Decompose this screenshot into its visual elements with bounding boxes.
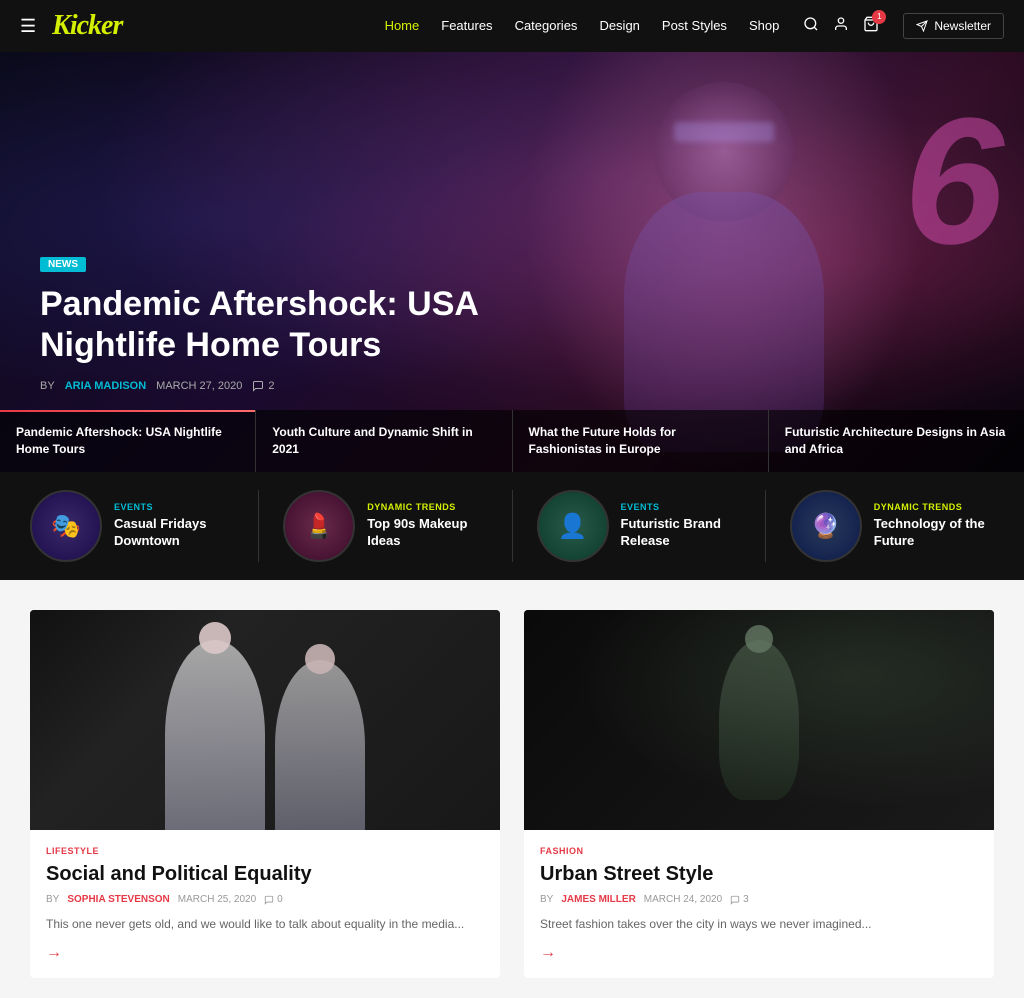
article-meta-2: BY JAMES MILLER MARCH 24, 2020 3 <box>540 894 978 905</box>
trending-thumb-4: 🔮 <box>790 490 862 562</box>
user-icon[interactable] <box>833 16 849 37</box>
slider-bar: Pandemic Aftershock: USA Nightlife Home … <box>0 410 1024 472</box>
trending-title-4: Technology of the Future <box>874 516 994 550</box>
neon-number: 6 <box>904 92 1004 272</box>
nav-icons: 1 Newsletter <box>803 13 1004 39</box>
nav-features[interactable]: Features <box>441 18 492 33</box>
newsletter-label: Newsletter <box>934 19 991 33</box>
divider-2 <box>512 490 513 562</box>
cart-icon[interactable]: 1 <box>863 16 879 37</box>
newsletter-button[interactable]: Newsletter <box>903 13 1004 39</box>
divider-1 <box>258 490 259 562</box>
trending-title-1: Casual Fridays Downtown <box>114 516 234 550</box>
trending-info-1: EVENTS Casual Fridays Downtown <box>114 502 234 550</box>
search-icon[interactable] <box>803 16 819 37</box>
hero-meta: BY ARIA MADISON MARCH 27, 2020 2 <box>40 380 520 392</box>
article-category-2: FASHION <box>540 846 978 856</box>
navbar: ☰ Kicker Home Features Categories Design… <box>0 0 1024 52</box>
article-card-1: LIFESTYLE Social and Political Equality … <box>30 610 500 978</box>
nav-shop[interactable]: Shop <box>749 18 779 33</box>
article-excerpt-1: This one never gets old, and we would li… <box>46 915 484 934</box>
hero-title[interactable]: Pandemic Aftershock: USA Nightlife Home … <box>40 284 520 366</box>
hamburger-menu[interactable]: ☰ <box>20 16 36 37</box>
article-card-2: FASHION Urban Street Style BY JAMES MILL… <box>524 610 994 978</box>
slide-2-title: Youth Culture and Dynamic Shift in 2021 <box>272 424 495 458</box>
read-more-2[interactable]: → <box>540 944 556 962</box>
slide-3-title: What the Future Holds for Fashionistas i… <box>529 424 752 458</box>
trending-item-2[interactable]: 💄 DYNAMIC TRENDS Top 90s Makeup Ideas <box>283 490 487 562</box>
hero-content: NEWS Pandemic Aftershock: USA Nightlife … <box>40 254 520 392</box>
trending-cat-3: EVENTS <box>621 502 741 512</box>
trending-cat-4: DYNAMIC TRENDS <box>874 502 994 512</box>
nav-categories[interactable]: Categories <box>515 18 578 33</box>
trending-info-2: DYNAMIC TRENDS Top 90s Makeup Ideas <box>367 502 487 550</box>
trending-bar: 🎭 EVENTS Casual Fridays Downtown 💄 DYNAM… <box>0 472 1024 580</box>
trending-title-2: Top 90s Makeup Ideas <box>367 516 487 550</box>
article-excerpt-2: Street fashion takes over the city in wa… <box>540 915 978 934</box>
article-comments-2: 3 <box>730 894 749 905</box>
article-body-1: LIFESTYLE Social and Political Equality … <box>30 830 500 978</box>
article-meta-1: BY SOPHIA STEVENSON MARCH 25, 2020 0 <box>46 894 484 905</box>
slide-3[interactable]: What the Future Holds for Fashionistas i… <box>513 410 769 472</box>
article-comments-1: 0 <box>264 894 283 905</box>
slide-2[interactable]: Youth Culture and Dynamic Shift in 2021 <box>256 410 512 472</box>
hero-by: BY <box>40 380 55 392</box>
nav-links: Home Features Categories Design Post Sty… <box>385 17 780 35</box>
article-title-2[interactable]: Urban Street Style <box>540 862 978 886</box>
nav-design[interactable]: Design <box>599 18 639 33</box>
site-logo[interactable]: Kicker <box>52 10 122 42</box>
trending-item-1[interactable]: 🎭 EVENTS Casual Fridays Downtown <box>30 490 234 562</box>
article-category-1: LIFESTYLE <box>46 846 484 856</box>
article-body-2: FASHION Urban Street Style BY JAMES MILL… <box>524 830 994 978</box>
article-author-1: SOPHIA STEVENSON <box>67 894 169 905</box>
read-more-1[interactable]: → <box>46 944 62 962</box>
cart-badge: 1 <box>872 10 886 24</box>
hero-author[interactable]: ARIA MADISON <box>65 380 146 392</box>
hero-person <box>524 52 924 472</box>
trending-cat-2: DYNAMIC TRENDS <box>367 502 487 512</box>
trending-thumb-2: 💄 <box>283 490 355 562</box>
trending-info-4: DYNAMIC TRENDS Technology of the Future <box>874 502 994 550</box>
divider-3 <box>765 490 766 562</box>
article-title-1[interactable]: Social and Political Equality <box>46 862 484 886</box>
article-date-1: MARCH 25, 2020 <box>178 894 256 905</box>
hero-section: 6 NEWS Pandemic Aftershock: USA Nightlif… <box>0 52 1024 472</box>
comment-count: 2 <box>268 380 274 392</box>
trending-item-3[interactable]: 👤 EVENTS Futuristic Brand Release <box>537 490 741 562</box>
slide-1-title: Pandemic Aftershock: USA Nightlife Home … <box>16 424 239 458</box>
trending-thumb-3: 👤 <box>537 490 609 562</box>
article-date-2: MARCH 24, 2020 <box>644 894 722 905</box>
slide-1[interactable]: Pandemic Aftershock: USA Nightlife Home … <box>0 410 256 472</box>
trending-info-3: EVENTS Futuristic Brand Release <box>621 502 741 550</box>
slide-4-title: Futuristic Architecture Designs in Asia … <box>785 424 1008 458</box>
main-content: LIFESTYLE Social and Political Equality … <box>0 580 1024 998</box>
trending-title-3: Futuristic Brand Release <box>621 516 741 550</box>
hero-badge: NEWS <box>40 257 86 272</box>
article-author-2: JAMES MILLER <box>561 894 635 905</box>
trending-item-4[interactable]: 🔮 DYNAMIC TRENDS Technology of the Futur… <box>790 490 994 562</box>
nav-post-styles[interactable]: Post Styles <box>662 18 727 33</box>
slide-4[interactable]: Futuristic Architecture Designs in Asia … <box>769 410 1024 472</box>
nav-home[interactable]: Home <box>385 18 420 33</box>
trending-thumb-1: 🎭 <box>30 490 102 562</box>
trending-cat-1: EVENTS <box>114 502 234 512</box>
hero-comments: 2 <box>252 380 274 392</box>
hero-date: MARCH 27, 2020 <box>156 380 242 392</box>
